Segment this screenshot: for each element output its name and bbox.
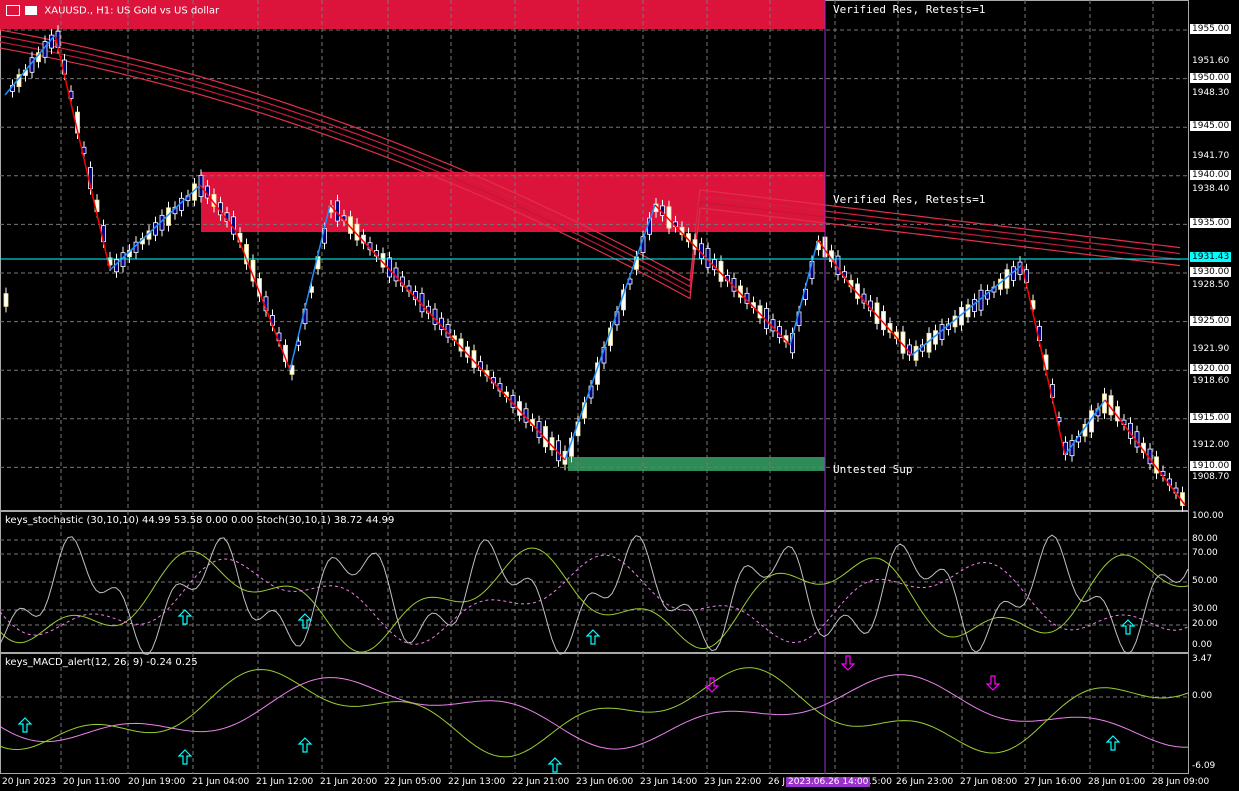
zigzag-segment [911,264,1023,356]
stoch-raw-line [0,534,1189,656]
time-axis-label: 23 Jun 22:00 [704,777,762,787]
buy-arrow-icon [177,609,193,625]
price-axis-label: 1938.40 [1192,184,1230,194]
buy-arrow-icon [1120,619,1136,635]
zone-label-top: Verified Res, Retests=1 [833,3,986,16]
price-axis-tag: 1915.00 [1190,412,1232,423]
zigzag-segment [1021,264,1066,456]
macd-level-label: -6.09 [1192,761,1216,771]
zone-label-mid: Verified Res, Retests=1 [833,193,986,206]
time-axis-label: 21 Jun 12:00 [256,777,314,787]
macd-level-label: 3.47 [1192,654,1213,664]
time-axis-label: 22 Jun 13:00 [448,777,506,787]
buy-arrow-icon [17,717,33,733]
time-axis-label: 22 Jun 21:00 [512,777,570,787]
time-axis-label: 23 Jun 14:00 [640,777,698,787]
stochastic-level-label: 0.00 [1192,640,1213,650]
stochastic-level-label: 100.00 [1192,511,1224,521]
time-axis-label: 28 Jun 01:00 [1088,777,1146,787]
moving-average-line [0,41,1181,294]
resistance-zone-mid [201,172,825,232]
stochastic-level-label: 30.00 [1192,604,1218,614]
macd-title: keys_MACD_alert(12, 26, 9) -0.24 0.25 [5,657,198,668]
price-axis-tag: 1950.00 [1190,72,1232,83]
price-axis-tag: 1935.00 [1190,218,1232,229]
time-axis-label: 20 Jun 19:00 [128,777,186,787]
buy-arrow-icon [297,737,313,753]
price-axis-label: 1948.30 [1192,88,1230,98]
chart-title: XAUUSD., H1: US Gold vs US dollar [6,5,219,17]
buy-arrow-icon [547,757,563,773]
support-zone [568,457,825,471]
sell-arrow-icon [985,675,1001,691]
price-axis-label: 1912.00 [1192,440,1230,450]
stochastic-level-label: 70.00 [1192,548,1218,558]
moving-average-line [0,35,1181,288]
stochastic-level-label: 50.00 [1192,576,1218,586]
price-axis-label: 1921.90 [1192,344,1230,354]
zigzag-segment [54,34,111,271]
time-axis-label: 20 Jun 2023 [2,777,57,787]
time-cursor-tag: 2023.06.26 14:00 [786,777,871,787]
time-axis-label: 23 Jun 06:00 [576,777,634,787]
stochastic-level-label: 80.00 [1192,534,1218,544]
zigzag-segment [849,284,913,356]
macd-level-label: 0.00 [1192,691,1213,701]
current-price-tag: 1931.43 [1190,252,1232,262]
price-axis-tag: 1920.00 [1190,364,1232,375]
price-axis-tag: 1940.00 [1190,169,1232,180]
stoch-main-line [0,547,1189,653]
chart-title-text: XAUUSD., H1: US Gold vs US dollar [44,5,220,17]
time-axis-label: 20 Jun 11:00 [63,777,121,787]
stochastic-title: keys_stochastic (30,10,10) 44.99 53.58 0… [5,515,395,526]
chart-canvas[interactable] [0,0,1239,791]
time-axis-label: 26 J [768,777,785,787]
price-axis-label: 1941.70 [1192,151,1230,161]
time-axis-label: 21 Jun 04:00 [192,777,250,787]
price-axis-label: 1908.70 [1192,472,1230,482]
sell-arrow-icon [840,655,856,671]
price-axis-tag: 1955.00 [1190,24,1232,34]
time-axis-label: 27 Jun 16:00 [1024,777,1082,787]
macd-signal-line [0,674,1189,750]
price-axis-label: 1918.60 [1192,376,1230,386]
zigzag-segment [817,239,851,286]
chart-menu-icon[interactable] [6,5,20,16]
moving-average-line [0,29,1181,282]
price-axis-tag: 1910.00 [1190,461,1232,472]
zigzag-segment [1064,399,1106,456]
time-axis-label: 21 Jun 20:00 [320,777,378,787]
zigzag-segment [1104,399,1186,506]
time-axis-label: 28 Jun 09:00 [1152,777,1210,787]
zone-label-bottom: Untested Sup [833,463,913,476]
price-axis-tag: 1925.00 [1190,315,1232,326]
buy-arrow-icon [1105,735,1121,751]
buy-arrow-icon [177,749,193,765]
zigzag-segment [109,184,201,271]
stochastic-level-label: 20.00 [1192,619,1218,629]
price-axis-label: 1928.50 [1192,280,1230,290]
price-axis-tag: 1930.00 [1190,267,1232,277]
candle-body [3,293,9,307]
zigzag-segment [234,229,291,371]
zigzag-segment [789,239,819,346]
time-axis-label: 27 Jun 08:00 [960,777,1018,787]
price-axis-tag: 1945.00 [1190,121,1232,132]
price-axis-label: 1951.60 [1192,56,1230,66]
symbol-flag-icon [25,6,38,15]
time-axis-label: 26 Jun 23:00 [896,777,954,787]
zigzag-segment [329,204,566,461]
macd-main-line [0,667,1189,758]
time-axis-label: 22 Jun 05:00 [384,777,442,787]
buy-arrow-icon [585,629,601,645]
